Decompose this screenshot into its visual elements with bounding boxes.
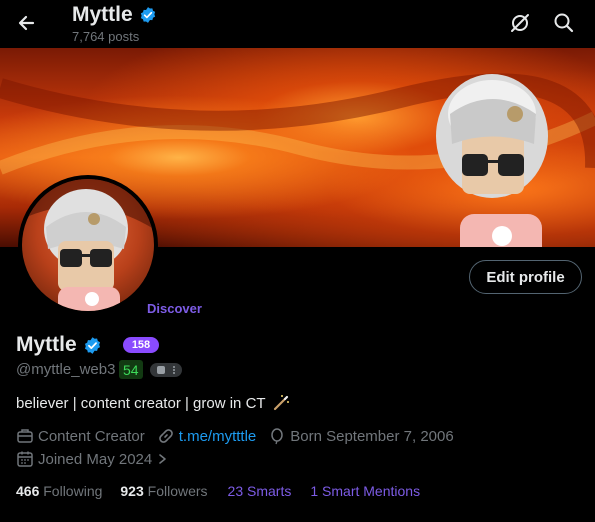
following-label: Following [43,483,103,499]
profile-name-row: Myttle [16,333,102,357]
discover-label[interactable]: Discover [147,301,202,316]
verified-icon [140,7,155,23]
followers-label: Followers [147,483,208,499]
joined-text: Joined May 2024 [38,450,153,468]
stats-row: 466 Following 923 Followers 23 Smarts 1 … [16,483,420,499]
verified-icon [84,336,100,354]
display-name: Myttle [16,333,77,356]
birthdate-text: Born September 7, 2006 [290,427,454,445]
avatar-character-image [22,179,154,311]
profile-meta: Content Creator t.me/mytttle Born Septem… [16,427,454,445]
top-bar: Myttle 7,764 posts [0,0,595,48]
magic-wand-icon [273,395,289,411]
category-text: Content Creator [38,427,145,445]
chevron-right-icon [159,454,167,464]
calendar-icon [17,451,33,467]
join-date[interactable]: Joined May 2024 [16,450,169,468]
following-stat[interactable]: 466 Following [16,483,102,499]
smarts-link[interactable]: 23 Smarts [228,483,292,499]
following-count: 466 [16,483,44,499]
header-name: Myttle [72,3,133,26]
flag-icon [157,366,165,374]
edit-profile-button[interactable]: Edit profile [469,260,582,294]
bio: believer | content creator | grow in CT [16,394,290,412]
search-icon[interactable] [551,10,577,36]
link-icon [158,429,173,443]
no-sync-icon[interactable] [507,10,533,36]
header-title: Myttle [72,3,157,27]
category: Content Creator [16,427,145,445]
smart-mentions-link[interactable]: 1 Smart Mentions [310,483,420,499]
briefcase-icon [17,429,33,443]
balloon-icon [271,428,283,445]
website-link[interactable]: t.me/mytttle [157,427,257,445]
back-arrow-icon[interactable] [12,8,42,38]
avatar[interactable] [22,179,154,311]
followers-stat[interactable]: 923 Followers [120,483,207,499]
post-count: 7,764 posts [72,29,140,44]
more-dots-icon [173,366,175,374]
link-text[interactable]: t.me/mytttle [179,428,257,445]
bio-text: believer | content creator | grow in CT [16,394,266,412]
handle: @myttle_web3 [16,361,116,378]
extension-pill[interactable] [150,363,182,377]
birthdate: Born September 7, 2006 [268,427,454,445]
score-badge[interactable]: 54 [119,360,143,379]
followers-count: 923 [120,483,148,499]
badge-count[interactable]: 158 [123,337,159,353]
